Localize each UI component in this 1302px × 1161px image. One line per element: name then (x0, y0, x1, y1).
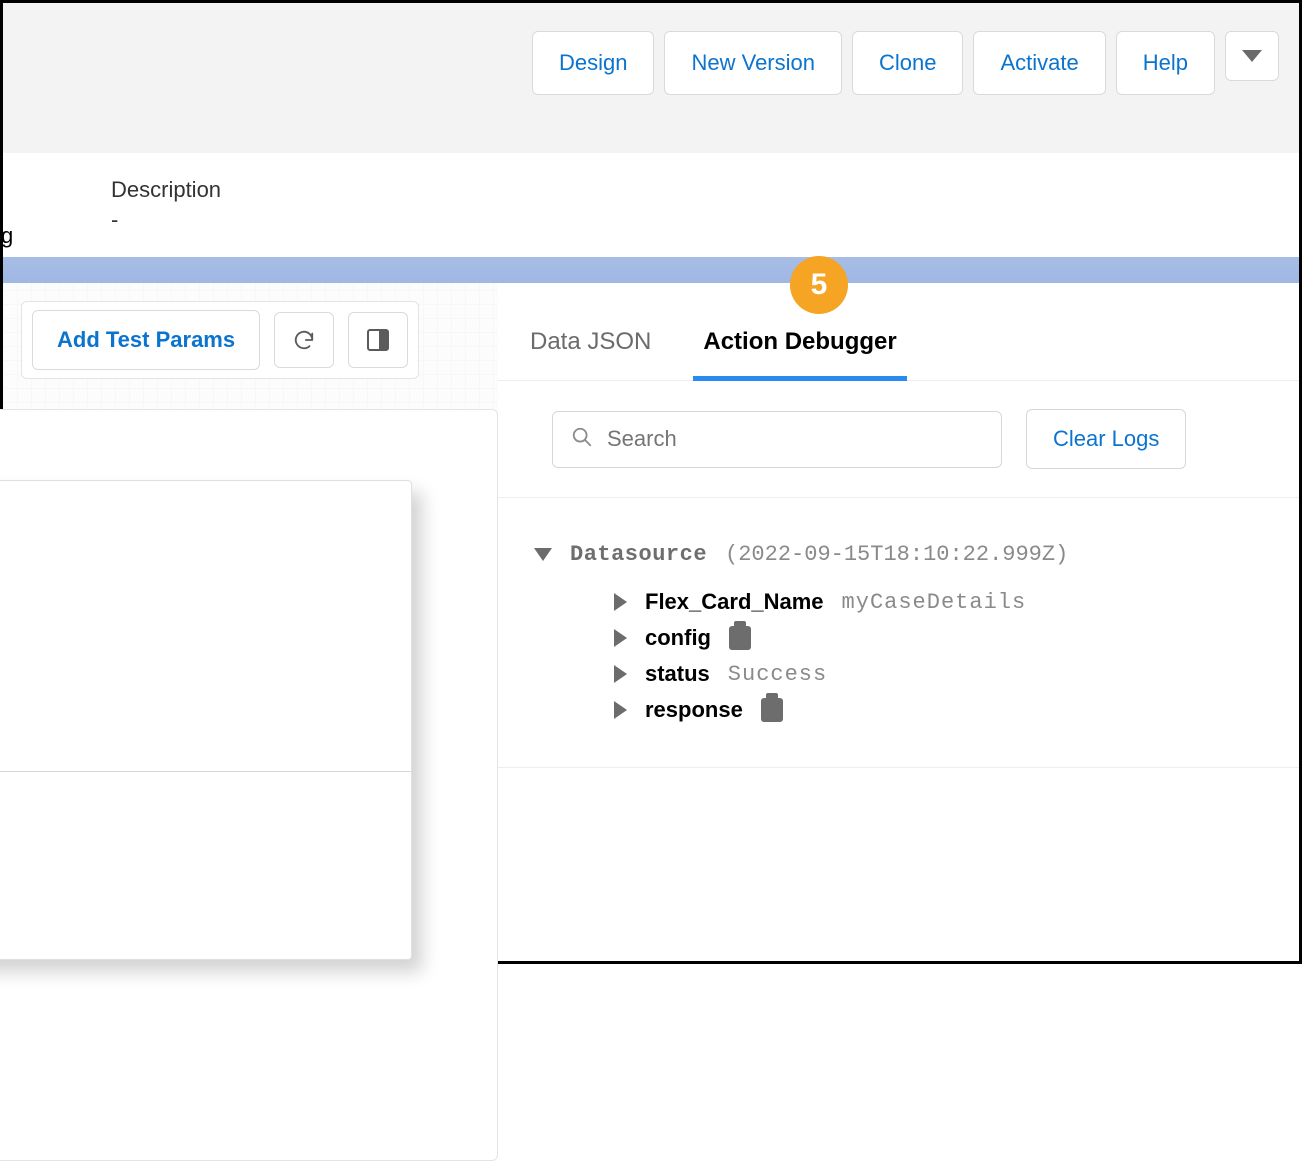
top-toolbar: Design New Version Clone Activate Help (3, 3, 1299, 153)
clipboard-icon[interactable] (761, 698, 783, 722)
log-value: Success (728, 662, 827, 687)
log-key: status (645, 661, 710, 687)
search-box[interactable] (552, 411, 1002, 468)
log-key: config (645, 625, 711, 651)
chevron-right-icon (614, 593, 627, 611)
clear-logs-button[interactable]: Clear Logs (1026, 409, 1186, 469)
tab-data-json[interactable]: Data JSON (526, 314, 655, 380)
left-actions: Add Test Params (21, 301, 419, 379)
datasource-label: Datasource (570, 542, 707, 567)
add-test-params-button[interactable]: Add Test Params (32, 310, 260, 370)
log-row[interactable]: config (614, 625, 1251, 651)
tab-action-debugger[interactable]: Action Debugger (699, 314, 900, 380)
right-column: 5 Data JSON Action Debugger Clear Logs D… (498, 283, 1299, 935)
chevron-down-icon (1242, 50, 1262, 62)
preview-card (0, 480, 412, 960)
clone-button[interactable]: Clone (852, 31, 963, 95)
chevron-down-icon (534, 548, 552, 561)
log-rows: Flex_Card_Name myCaseDetails config status S… (614, 589, 1251, 723)
clipped-text: g (1, 223, 13, 249)
meta-bar: Description - (3, 153, 1299, 257)
log-key: Flex_Card_Name (645, 589, 824, 615)
tabs: Data JSON Action Debugger (498, 284, 1299, 381)
workarea: Add Test Params 5 Data JSON Action Debug… (3, 283, 1299, 935)
chevron-right-icon (614, 665, 627, 683)
more-menu-button[interactable] (1225, 31, 1279, 81)
log-key: response (645, 697, 743, 723)
activate-button[interactable]: Activate (973, 31, 1105, 95)
left-column: Add Test Params (3, 283, 498, 935)
search-row: Clear Logs (498, 381, 1299, 498)
help-button[interactable]: Help (1116, 31, 1215, 95)
divider-strip (3, 257, 1299, 283)
chevron-right-icon (614, 701, 627, 719)
search-icon (571, 426, 593, 453)
chevron-right-icon (614, 629, 627, 647)
description-label: Description (111, 177, 1299, 203)
log-row[interactable]: response (614, 697, 1251, 723)
log-value: myCaseDetails (842, 590, 1027, 615)
refresh-icon (293, 329, 315, 351)
refresh-button[interactable] (274, 312, 334, 368)
datasource-timestamp: (2022-09-15T18:10:22.999Z) (725, 542, 1068, 567)
description-value: - (111, 207, 118, 232)
log-row[interactable]: Flex_Card_Name myCaseDetails (614, 589, 1251, 615)
log-row[interactable]: status Success (614, 661, 1251, 687)
panel-icon (367, 329, 389, 351)
preview-container (0, 409, 498, 1161)
log-area: Datasource (2022-09-15T18:10:22.999Z) Fl… (498, 498, 1299, 768)
clipboard-icon[interactable] (729, 626, 751, 650)
panel-toggle-button[interactable] (348, 312, 408, 368)
design-button[interactable]: Design (532, 31, 654, 95)
log-header[interactable]: Datasource (2022-09-15T18:10:22.999Z) (534, 542, 1251, 567)
step-callout-5: 5 (790, 256, 848, 314)
new-version-button[interactable]: New Version (664, 31, 842, 95)
search-input[interactable] (607, 426, 983, 452)
